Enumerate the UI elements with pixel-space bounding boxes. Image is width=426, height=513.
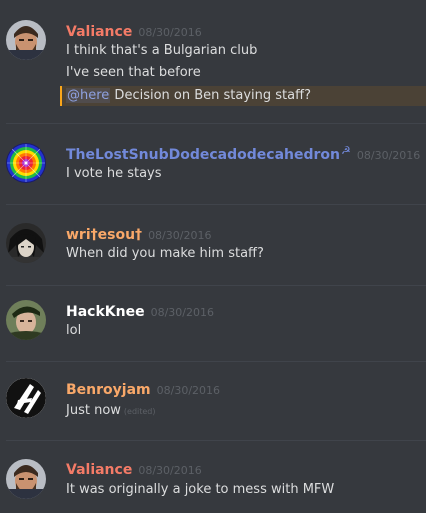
soldier-icon[interactable] xyxy=(6,300,46,340)
username[interactable]: HackKnee xyxy=(66,304,145,320)
mention-message-text: @here Decision on Ben staying staff? xyxy=(66,86,311,106)
message-header: wri†esou† 08/30/2016 xyxy=(66,224,211,244)
message-body: Just now xyxy=(66,403,121,418)
message-group-writesout: wri†esou† 08/30/2016 When did you make hi… xyxy=(0,205,426,285)
message-header: Valiance 08/30/2016 xyxy=(66,21,202,41)
message-text: When did you make him staff? xyxy=(66,246,264,261)
username[interactable]: Benroyjam xyxy=(66,382,151,398)
message-group-valiance-1: Valiance 08/30/2016 I think that's a Bulg… xyxy=(0,0,426,120)
bearded-man-icon[interactable] xyxy=(6,20,46,60)
message-header: Benroyjam 08/30/2016 xyxy=(66,379,220,399)
anime-character-icon[interactable] xyxy=(6,223,46,263)
rainbow-mandala-icon[interactable] xyxy=(6,143,46,183)
message-text: I've seen that before xyxy=(66,65,201,80)
hammer-sickle-icon: ☭ xyxy=(341,144,351,157)
message-text: lol xyxy=(66,323,82,338)
edited-indicator: (edited) xyxy=(123,407,156,416)
message-text: It was originally a joke to mess with MF… xyxy=(66,482,335,497)
timestamp: 08/30/2016 xyxy=(138,464,202,477)
timestamp: 08/30/2016 xyxy=(150,306,214,319)
timestamp: 08/30/2016 xyxy=(156,384,221,397)
mention-tag[interactable]: @here xyxy=(66,88,111,103)
bearded-man-icon[interactable] xyxy=(6,459,46,499)
timestamp: 08/30/2016 xyxy=(356,149,421,162)
message-text: Just now (edited) xyxy=(66,401,156,421)
message-header: TheLostSnubDodecadodecahedron☭ 08/30/2016 xyxy=(66,144,420,164)
mention-bar xyxy=(60,86,62,106)
message-group-hackknee: HackKnee 08/30/2016 lol xyxy=(0,286,426,366)
message-group-thelostsnub: TheLostSnubDodecadodecahedron☭ 08/30/2016… xyxy=(0,124,426,204)
message-text: I think that's a Bulgarian club xyxy=(66,43,258,58)
mention-text: Decision on Ben staying staff? xyxy=(110,88,311,103)
timestamp: 08/30/2016 xyxy=(148,229,212,242)
message-group-valiance-2: Valiance 08/30/2016 It was originally a j… xyxy=(0,441,426,513)
slash-logo-icon[interactable] xyxy=(6,378,46,418)
username[interactable]: Valiance xyxy=(66,462,132,478)
username[interactable]: wri†esou† xyxy=(66,227,142,243)
message-header: HackKnee 08/30/2016 xyxy=(66,301,214,321)
message-header: Valiance 08/30/2016 xyxy=(66,459,202,479)
chat-messages: Valiance 08/30/2016 I think that's a Bulg… xyxy=(0,0,426,513)
username[interactable]: Valiance xyxy=(66,24,132,40)
message-group-benroyjam: Benroyjam 08/30/2016 Just now (edited) xyxy=(0,362,426,442)
message-text: I vote he stays xyxy=(66,166,162,181)
timestamp: 08/30/2016 xyxy=(138,26,202,39)
username[interactable]: TheLostSnubDodecadodecahedron xyxy=(66,147,340,163)
